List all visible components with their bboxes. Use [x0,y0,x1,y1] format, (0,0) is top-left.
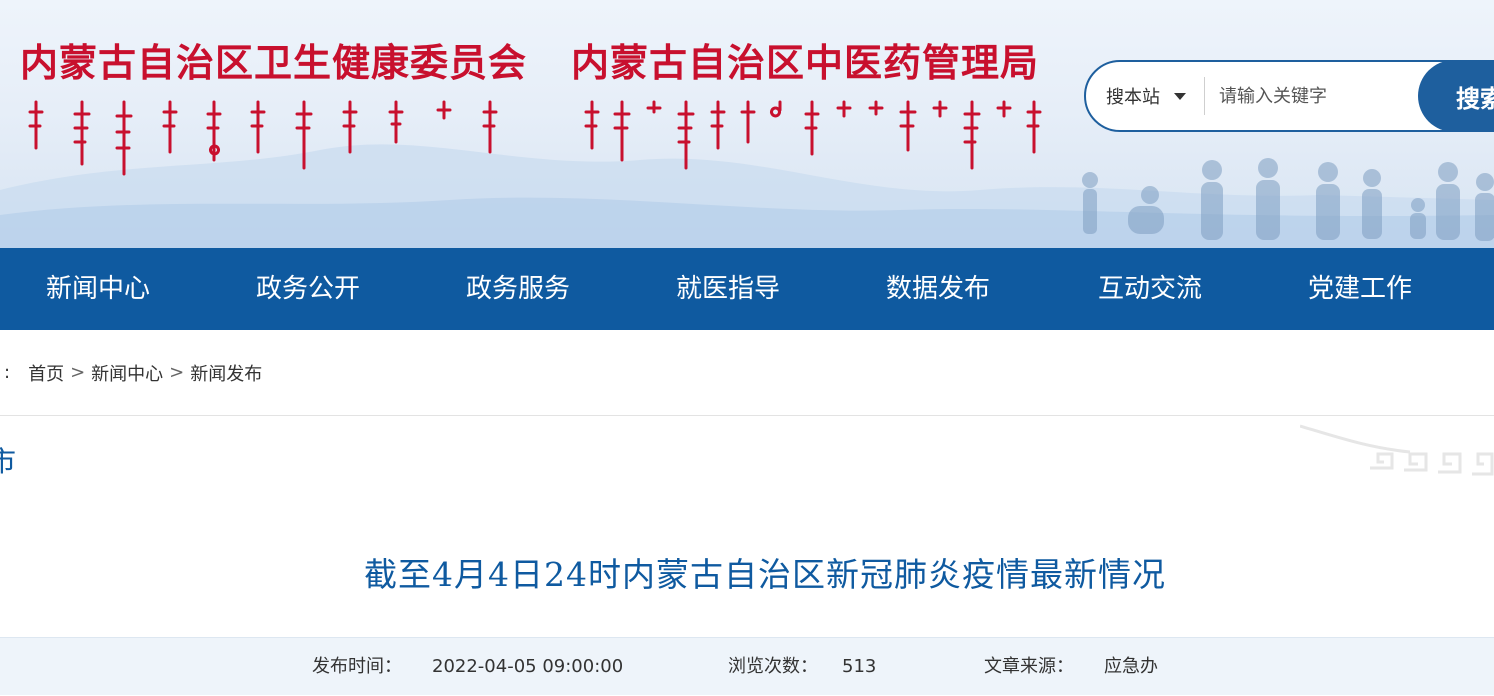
breadcrumb-news-center[interactable]: 新闻中心 [91,360,163,386]
view-count-label: 浏览次数： [728,656,818,677]
breadcrumb-prefix: : [4,362,11,383]
mongolian-title-left [28,100,498,176]
search-input[interactable] [1217,62,1387,130]
breadcrumb: : 首页 > 新闻中心 > 新闻发布 [0,330,1494,416]
breadcrumb-news-release[interactable]: 新闻发布 [190,360,262,386]
article-source-label: 文章来源： [984,656,1074,677]
view-count-value: 513 [842,656,877,677]
publish-time-label: 发布时间： [312,656,402,677]
publish-time-value: 2022-04-05 09:00:00 [432,656,624,677]
nav-item-medical-guidance[interactable]: 就医指导 [676,248,780,330]
search-scope-select[interactable]: 搜本站 [1086,62,1186,130]
article-source-value: 应急办 [1104,656,1158,677]
nav-item-interaction[interactable]: 互动交流 [1098,248,1202,330]
nav-item-party-building[interactable]: 党建工作 [1308,248,1412,330]
nav-item-government-services[interactable]: 政务服务 [466,248,570,330]
search-divider [1204,77,1205,115]
main-nav: 新闻中心 政务公开 政务服务 就医指导 数据发布 互动交流 党建工作 [0,248,1494,330]
breadcrumb-separator: > [169,362,185,383]
article-meta: 发布时间： 2022-04-05 09:00:00 浏览次数： 513 文章来源… [0,637,1494,695]
title-tcm-bureau: 内蒙古自治区中医药管理局 [571,41,1040,85]
article-title: 截至4月4日24时内蒙古自治区新冠肺炎疫情最新情况 [364,555,1166,594]
nav-item-news-center[interactable]: 新闻中心 [46,248,150,330]
search-button[interactable]: 搜索 [1418,60,1494,132]
decorative-pattern [1300,424,1494,476]
nav-item-government-affairs[interactable]: 政务公开 [256,248,360,330]
search-scope-label: 搜本站 [1106,87,1160,108]
site-title: 内蒙古自治区卫生健康委员会 内蒙古自治区中医药管理局 [20,40,1039,86]
section-title: 市 [0,445,17,478]
caret-down-icon [1174,92,1186,100]
nav-item-data-release[interactable]: 数据发布 [886,248,990,330]
title-health-commission: 内蒙古自治区卫生健康委员会 [20,41,528,85]
site-header: 内蒙古自治区卫生健康委员会 内蒙古自治区中医药管理局 搜本站 请输入关键字 搜索 [0,0,1494,248]
breadcrumb-separator: > [70,362,86,383]
mongolian-title-right [584,100,1042,170]
breadcrumb-home[interactable]: 首页 [28,360,64,386]
